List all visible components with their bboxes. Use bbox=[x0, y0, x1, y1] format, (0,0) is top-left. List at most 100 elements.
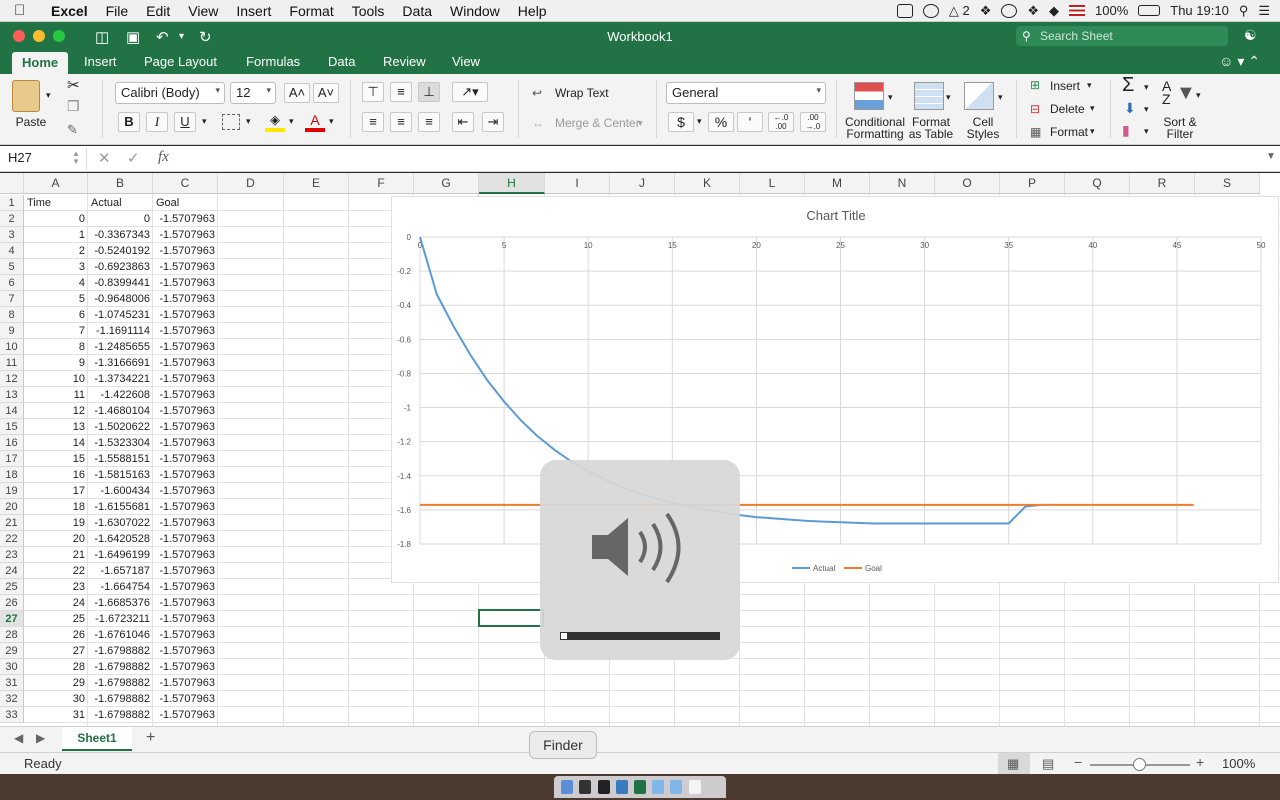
cell-C30[interactable]: -1.5707963 bbox=[153, 659, 218, 675]
row-header-16[interactable]: 16 bbox=[0, 435, 24, 451]
format-as-table-icon[interactable] bbox=[914, 82, 944, 110]
row-header-17[interactable]: 17 bbox=[0, 451, 24, 467]
menu-data[interactable]: Data bbox=[393, 3, 441, 19]
merge-center-icon[interactable]: ↔ bbox=[532, 116, 544, 130]
cell-A9[interactable]: 7 bbox=[24, 323, 88, 339]
cell-A23[interactable]: 21 bbox=[24, 547, 88, 563]
bold-button[interactable]: B bbox=[118, 112, 140, 132]
folder-dock-icon[interactable] bbox=[652, 780, 665, 794]
tab-formulas[interactable]: Formulas bbox=[246, 54, 300, 69]
cell-A22[interactable]: 20 bbox=[24, 531, 88, 547]
cell-B30[interactable]: -1.6798882 bbox=[88, 659, 153, 675]
fullscreen-window-button[interactable] bbox=[53, 30, 65, 42]
zoom-in-icon[interactable]: + bbox=[1196, 754, 1204, 770]
terminal-dock-icon[interactable] bbox=[597, 780, 610, 794]
cell-C31[interactable]: -1.5707963 bbox=[153, 675, 218, 691]
cell-C8[interactable]: -1.5707963 bbox=[153, 307, 218, 323]
format-as-table-dropdown-icon[interactable]: ▾ bbox=[946, 92, 951, 103]
copy-icon[interactable]: ❐ bbox=[67, 98, 80, 115]
cell-C16[interactable]: -1.5707963 bbox=[153, 435, 218, 451]
cell-A33[interactable]: 31 bbox=[24, 707, 88, 723]
cell-C10[interactable]: -1.5707963 bbox=[153, 339, 218, 355]
cell-styles-icon[interactable] bbox=[964, 82, 994, 110]
font-color-icon[interactable]: A bbox=[305, 112, 325, 132]
cell-C17[interactable]: -1.5707963 bbox=[153, 451, 218, 467]
adobe-cc-status[interactable]: △ 2 bbox=[949, 3, 970, 19]
cell-B15[interactable]: -1.5020622 bbox=[88, 419, 153, 435]
zoom-out-icon[interactable]: − bbox=[1074, 754, 1082, 770]
cell-B22[interactable]: -1.6420528 bbox=[88, 531, 153, 547]
cell-A32[interactable]: 30 bbox=[24, 691, 88, 707]
cell-C2[interactable]: -1.5707963 bbox=[153, 211, 218, 227]
spotlight-search-icon[interactable]: ⚲ bbox=[1239, 3, 1249, 19]
tab-review[interactable]: Review bbox=[383, 54, 426, 69]
cell-A19[interactable]: 17 bbox=[24, 483, 88, 499]
column-header-P[interactable]: P bbox=[1000, 173, 1065, 194]
cell-C5[interactable]: -1.5707963 bbox=[153, 259, 218, 275]
text-orientation-icon[interactable]: ↗▾ bbox=[452, 82, 488, 102]
cell-A27[interactable]: 25 bbox=[24, 611, 88, 627]
cell-A28[interactable]: 26 bbox=[24, 627, 88, 643]
cell-A20[interactable]: 18 bbox=[24, 499, 88, 515]
cell-C9[interactable]: -1.5707963 bbox=[153, 323, 218, 339]
align-right-icon[interactable]: ≡ bbox=[418, 112, 440, 132]
menu-edit[interactable]: Edit bbox=[137, 3, 179, 19]
column-header-G[interactable]: G bbox=[414, 173, 479, 194]
cell-B6[interactable]: -0.8399441 bbox=[88, 275, 153, 291]
apple-icon[interactable]:  bbox=[14, 2, 42, 19]
cell-C7[interactable]: -1.5707963 bbox=[153, 291, 218, 307]
format-painter-icon[interactable]: ✎ bbox=[67, 122, 78, 138]
dropbox-icon[interactable]: ❖ bbox=[1027, 3, 1039, 19]
cell-B29[interactable]: -1.6798882 bbox=[88, 643, 153, 659]
format-as-table-label-2[interactable]: as Table bbox=[906, 128, 956, 140]
cell-B27[interactable]: -1.6723211 bbox=[88, 611, 153, 627]
row-header-1[interactable]: 1 bbox=[0, 195, 24, 211]
cell-B12[interactable]: -1.3734221 bbox=[88, 371, 153, 387]
menu-help[interactable]: Help bbox=[509, 3, 556, 19]
underline-button[interactable]: U bbox=[174, 112, 196, 132]
column-header-Q[interactable]: Q bbox=[1065, 173, 1130, 194]
row-header-13[interactable]: 13 bbox=[0, 387, 24, 403]
decrease-indent-icon[interactable]: ⇤ bbox=[452, 112, 474, 132]
cell-B19[interactable]: -1.600434 bbox=[88, 483, 153, 499]
paste-label[interactable]: Paste bbox=[12, 116, 50, 128]
close-window-button[interactable] bbox=[13, 30, 25, 42]
row-header-33[interactable]: 33 bbox=[0, 707, 24, 723]
cell-C25[interactable]: -1.5707963 bbox=[153, 579, 218, 595]
cell-A1[interactable]: Time bbox=[24, 195, 88, 211]
column-header-K[interactable]: K bbox=[675, 173, 740, 194]
search-sheet-input[interactable]: ⚲ Search Sheet bbox=[1016, 26, 1228, 46]
filter-funnel-icon[interactable]: ▼ bbox=[1176, 82, 1196, 105]
cell-C26[interactable]: -1.5707963 bbox=[153, 595, 218, 611]
cell-C27[interactable]: -1.5707963 bbox=[153, 611, 218, 627]
row-header-27[interactable]: 27 bbox=[0, 611, 24, 627]
tab-view[interactable]: View bbox=[452, 54, 480, 69]
row-header-25[interactable]: 25 bbox=[0, 579, 24, 595]
cell-C28[interactable]: -1.5707963 bbox=[153, 627, 218, 643]
currency-button[interactable]: $ bbox=[668, 112, 694, 132]
sort-az-icon[interactable]: AZ bbox=[1162, 79, 1171, 106]
cell-A21[interactable]: 19 bbox=[24, 515, 88, 531]
row-header-14[interactable]: 14 bbox=[0, 403, 24, 419]
finder-dock-icon[interactable] bbox=[561, 780, 574, 794]
cut-icon[interactable]: ✂ bbox=[67, 76, 80, 94]
column-header-E[interactable]: E bbox=[284, 173, 349, 194]
delete-dropdown-icon[interactable]: ▾ bbox=[1090, 103, 1095, 114]
cell-B33[interactable]: -1.6798882 bbox=[88, 707, 153, 723]
conditional-formatting-icon[interactable] bbox=[854, 82, 884, 110]
cell-C21[interactable]: -1.5707963 bbox=[153, 515, 218, 531]
row-header-7[interactable]: 7 bbox=[0, 291, 24, 307]
cell-C20[interactable]: -1.5707963 bbox=[153, 499, 218, 515]
paste-icon[interactable] bbox=[12, 80, 40, 112]
expand-formula-bar-icon[interactable]: ▼ bbox=[1266, 151, 1276, 162]
toggle-sidebar-icon[interactable]: ◫ bbox=[95, 28, 109, 46]
cell-A4[interactable]: 2 bbox=[24, 243, 88, 259]
row-header-22[interactable]: 22 bbox=[0, 531, 24, 547]
insert-cells-button[interactable]: Insert bbox=[1050, 79, 1080, 93]
row-header-28[interactable]: 28 bbox=[0, 627, 24, 643]
currency-dropdown-icon[interactable]: ▾ bbox=[697, 116, 702, 127]
cell-A15[interactable]: 13 bbox=[24, 419, 88, 435]
cell-B32[interactable]: -1.6798882 bbox=[88, 691, 153, 707]
sort-filter-dropdown-icon[interactable]: ▾ bbox=[1196, 90, 1201, 101]
row-header-12[interactable]: 12 bbox=[0, 371, 24, 387]
